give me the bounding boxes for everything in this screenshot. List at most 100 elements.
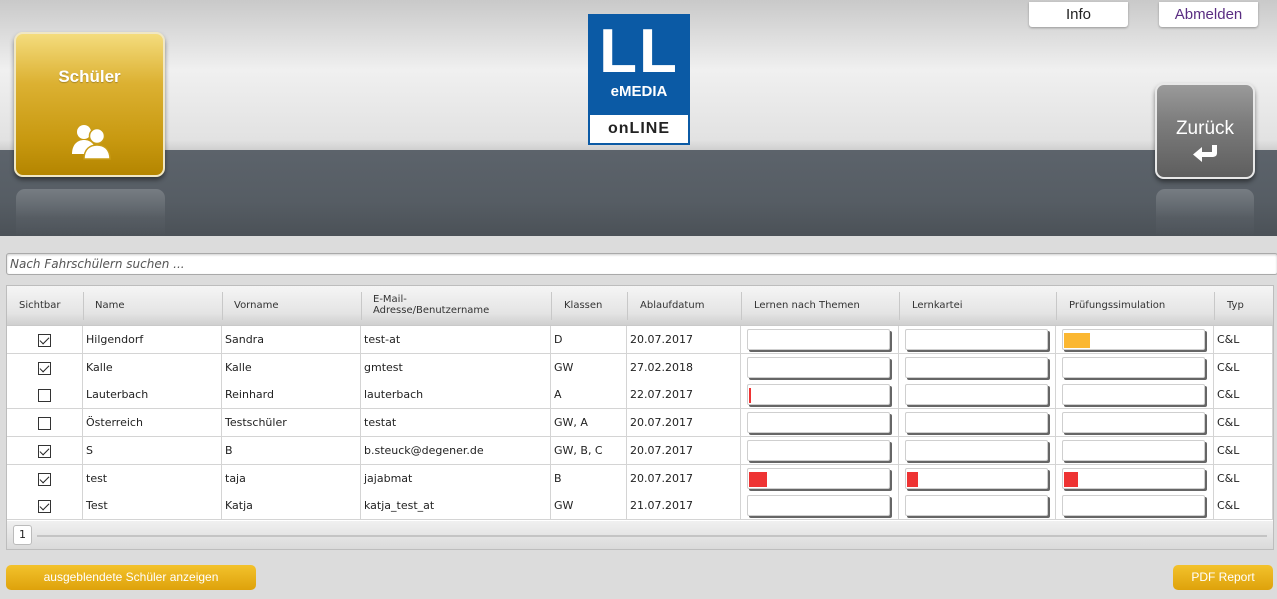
col-header-name[interactable]: Name: [95, 286, 125, 326]
cell-name: Österreich: [83, 409, 222, 438]
progress-bar-themen: [747, 356, 890, 378]
table-row[interactable]: Hilgendorf Sandra test-at D 20.07.2017 C&L: [7, 326, 1273, 354]
cell-name: S: [83, 436, 222, 465]
col-header-vorname[interactable]: Vorname: [234, 286, 278, 326]
progress-fill: [749, 388, 751, 404]
col-header-lernen-nach-themen[interactable]: Lernen nach Themen: [754, 286, 860, 326]
cell-email: test-at: [361, 326, 551, 354]
visible-checkbox[interactable]: [38, 334, 51, 347]
visible-checkbox[interactable]: [38, 500, 51, 514]
cell-vorname: Katja: [222, 492, 361, 521]
cell-name: Test: [83, 492, 222, 521]
zurueck-button-reflection: [1156, 189, 1254, 236]
zurueck-button-label: Zurück: [1175, 118, 1235, 139]
schueler-tile[interactable]: Schüler: [14, 32, 165, 177]
cell-progress-pruefung: [1056, 409, 1214, 438]
cell-vorname: Sandra: [222, 326, 361, 354]
progress-bar-themen: [747, 495, 890, 517]
visible-checkbox[interactable]: [38, 444, 51, 458]
cell-progress-kartei: [899, 464, 1056, 493]
cell-progress-pruefung: [1056, 464, 1214, 493]
progress-fill: [1064, 333, 1090, 348]
student-search-input[interactable]: [6, 253, 1277, 275]
progress-bar-pruefung: [1062, 384, 1205, 406]
progress-bar-kartei: [905, 356, 1048, 378]
cell-progress-pruefung: [1056, 326, 1214, 354]
cell-progress-themen: [741, 353, 899, 382]
col-header-typ[interactable]: Typ: [1227, 286, 1244, 326]
col-header-lernkartei[interactable]: Lernkartei: [912, 286, 963, 326]
progress-bar-pruefung: [1062, 356, 1205, 378]
cell-progress-themen: [741, 326, 899, 354]
cell-klassen: GW: [551, 492, 627, 521]
cell-typ: C&L: [1214, 381, 1273, 410]
cell-datum: 20.07.2017: [627, 464, 741, 493]
visible-checkbox[interactable]: [38, 389, 51, 403]
col-header-sichtbar[interactable]: Sichtbar: [19, 286, 60, 326]
progress-bar-themen: [747, 467, 890, 489]
cell-email: jajabmat: [361, 464, 551, 493]
progress-bar-themen: [747, 412, 890, 434]
info-button[interactable]: Info: [1029, 2, 1128, 27]
cell-progress-kartei: [899, 326, 1056, 354]
cell-typ: C&L: [1214, 326, 1273, 354]
col-header-ablaufdatum[interactable]: Ablaufdatum: [640, 286, 704, 326]
cell-name: test: [83, 464, 222, 493]
progress-fill: [749, 471, 767, 487]
page-1-button[interactable]: 1: [13, 525, 32, 545]
progress-bar-kartei: [905, 384, 1048, 406]
table-row[interactable]: Test Katja katja_test_at GW 21.07.2017 C&L: [7, 492, 1273, 521]
cell-datum: 27.02.2018: [627, 353, 741, 382]
cell-typ: C&L: [1214, 436, 1273, 465]
col-header-klassen[interactable]: Klassen: [564, 286, 602, 326]
progress-bar-kartei: [905, 467, 1048, 489]
cell-klassen: D: [551, 326, 627, 354]
progress-bar-pruefung: [1062, 467, 1205, 489]
zurueck-button[interactable]: Zurück: [1155, 83, 1255, 179]
table-pager: 1: [7, 521, 1273, 549]
app-header: Schüler LL eMEDIA onLINE Zurück Info Abm…: [0, 0, 1277, 236]
visible-checkbox[interactable]: [38, 361, 51, 375]
progress-bar-themen: [747, 329, 890, 350]
cell-name: Hilgendorf: [83, 326, 222, 354]
table-header: Sichtbar Name Vorname E-Mail- Adresse/Be…: [7, 286, 1273, 326]
cell-progress-kartei: [899, 492, 1056, 521]
cell-email: katja_test_at: [361, 492, 551, 521]
cell-typ: C&L: [1214, 464, 1273, 493]
logout-button[interactable]: Abmelden: [1159, 2, 1258, 27]
cell-datum: 20.07.2017: [627, 326, 741, 354]
cell-typ: C&L: [1214, 353, 1273, 382]
cell-datum: 21.07.2017: [627, 492, 741, 521]
cell-email: b.steuck@degener.de: [361, 436, 551, 465]
table-row[interactable]: Lauterbach Reinhard lauterbach A 22.07.2017 C…: [7, 381, 1273, 410]
cell-vorname: B: [222, 436, 361, 465]
cell-name: Kalle: [83, 353, 222, 382]
cell-email: testat: [361, 409, 551, 438]
cell-klassen: GW, B, C: [551, 436, 627, 465]
pdf-report-button[interactable]: PDF Report: [1173, 565, 1273, 590]
cell-sichtbar: [7, 436, 83, 465]
table-row[interactable]: S Bb.steuck@degener.de GW, B, C 20.07.2017 C…: [7, 436, 1273, 465]
col-header-email-line2: Adresse/Benutzername: [373, 305, 490, 316]
table-row[interactable]: test taja jajabmat B 20.07.2017 C&L: [7, 464, 1273, 493]
cell-sichtbar: [7, 353, 83, 382]
progress-bar-pruefung: [1062, 329, 1205, 350]
table-row[interactable]: Österreich Testschüler testat GW, A 20.07.20…: [7, 409, 1273, 438]
col-header-pruefungssimulation[interactable]: Prüfungssimulation: [1069, 286, 1165, 326]
progress-bar-themen: [747, 439, 890, 461]
cell-progress-kartei: [899, 409, 1056, 438]
visible-checkbox[interactable]: [38, 472, 51, 486]
progress-bar-kartei: [905, 439, 1048, 461]
visible-checkbox[interactable]: [38, 417, 51, 431]
progress-bar-themen: [747, 384, 890, 406]
students-icon: [72, 125, 111, 160]
pager-divider: [37, 535, 1267, 537]
show-hidden-students-button[interactable]: ausgeblendete Schüler anzeigen: [6, 565, 256, 590]
progress-fill: [907, 471, 918, 487]
col-header-email[interactable]: E-Mail- Adresse/Benutzername: [373, 286, 489, 326]
table-row[interactable]: Kalle Kalle gmtest GW 27.02.2018 C&L: [7, 353, 1273, 382]
cell-email: gmtest: [361, 353, 551, 382]
cell-klassen: GW: [551, 353, 627, 382]
progress-fill: [1064, 471, 1078, 487]
cell-vorname: taja: [222, 464, 361, 493]
